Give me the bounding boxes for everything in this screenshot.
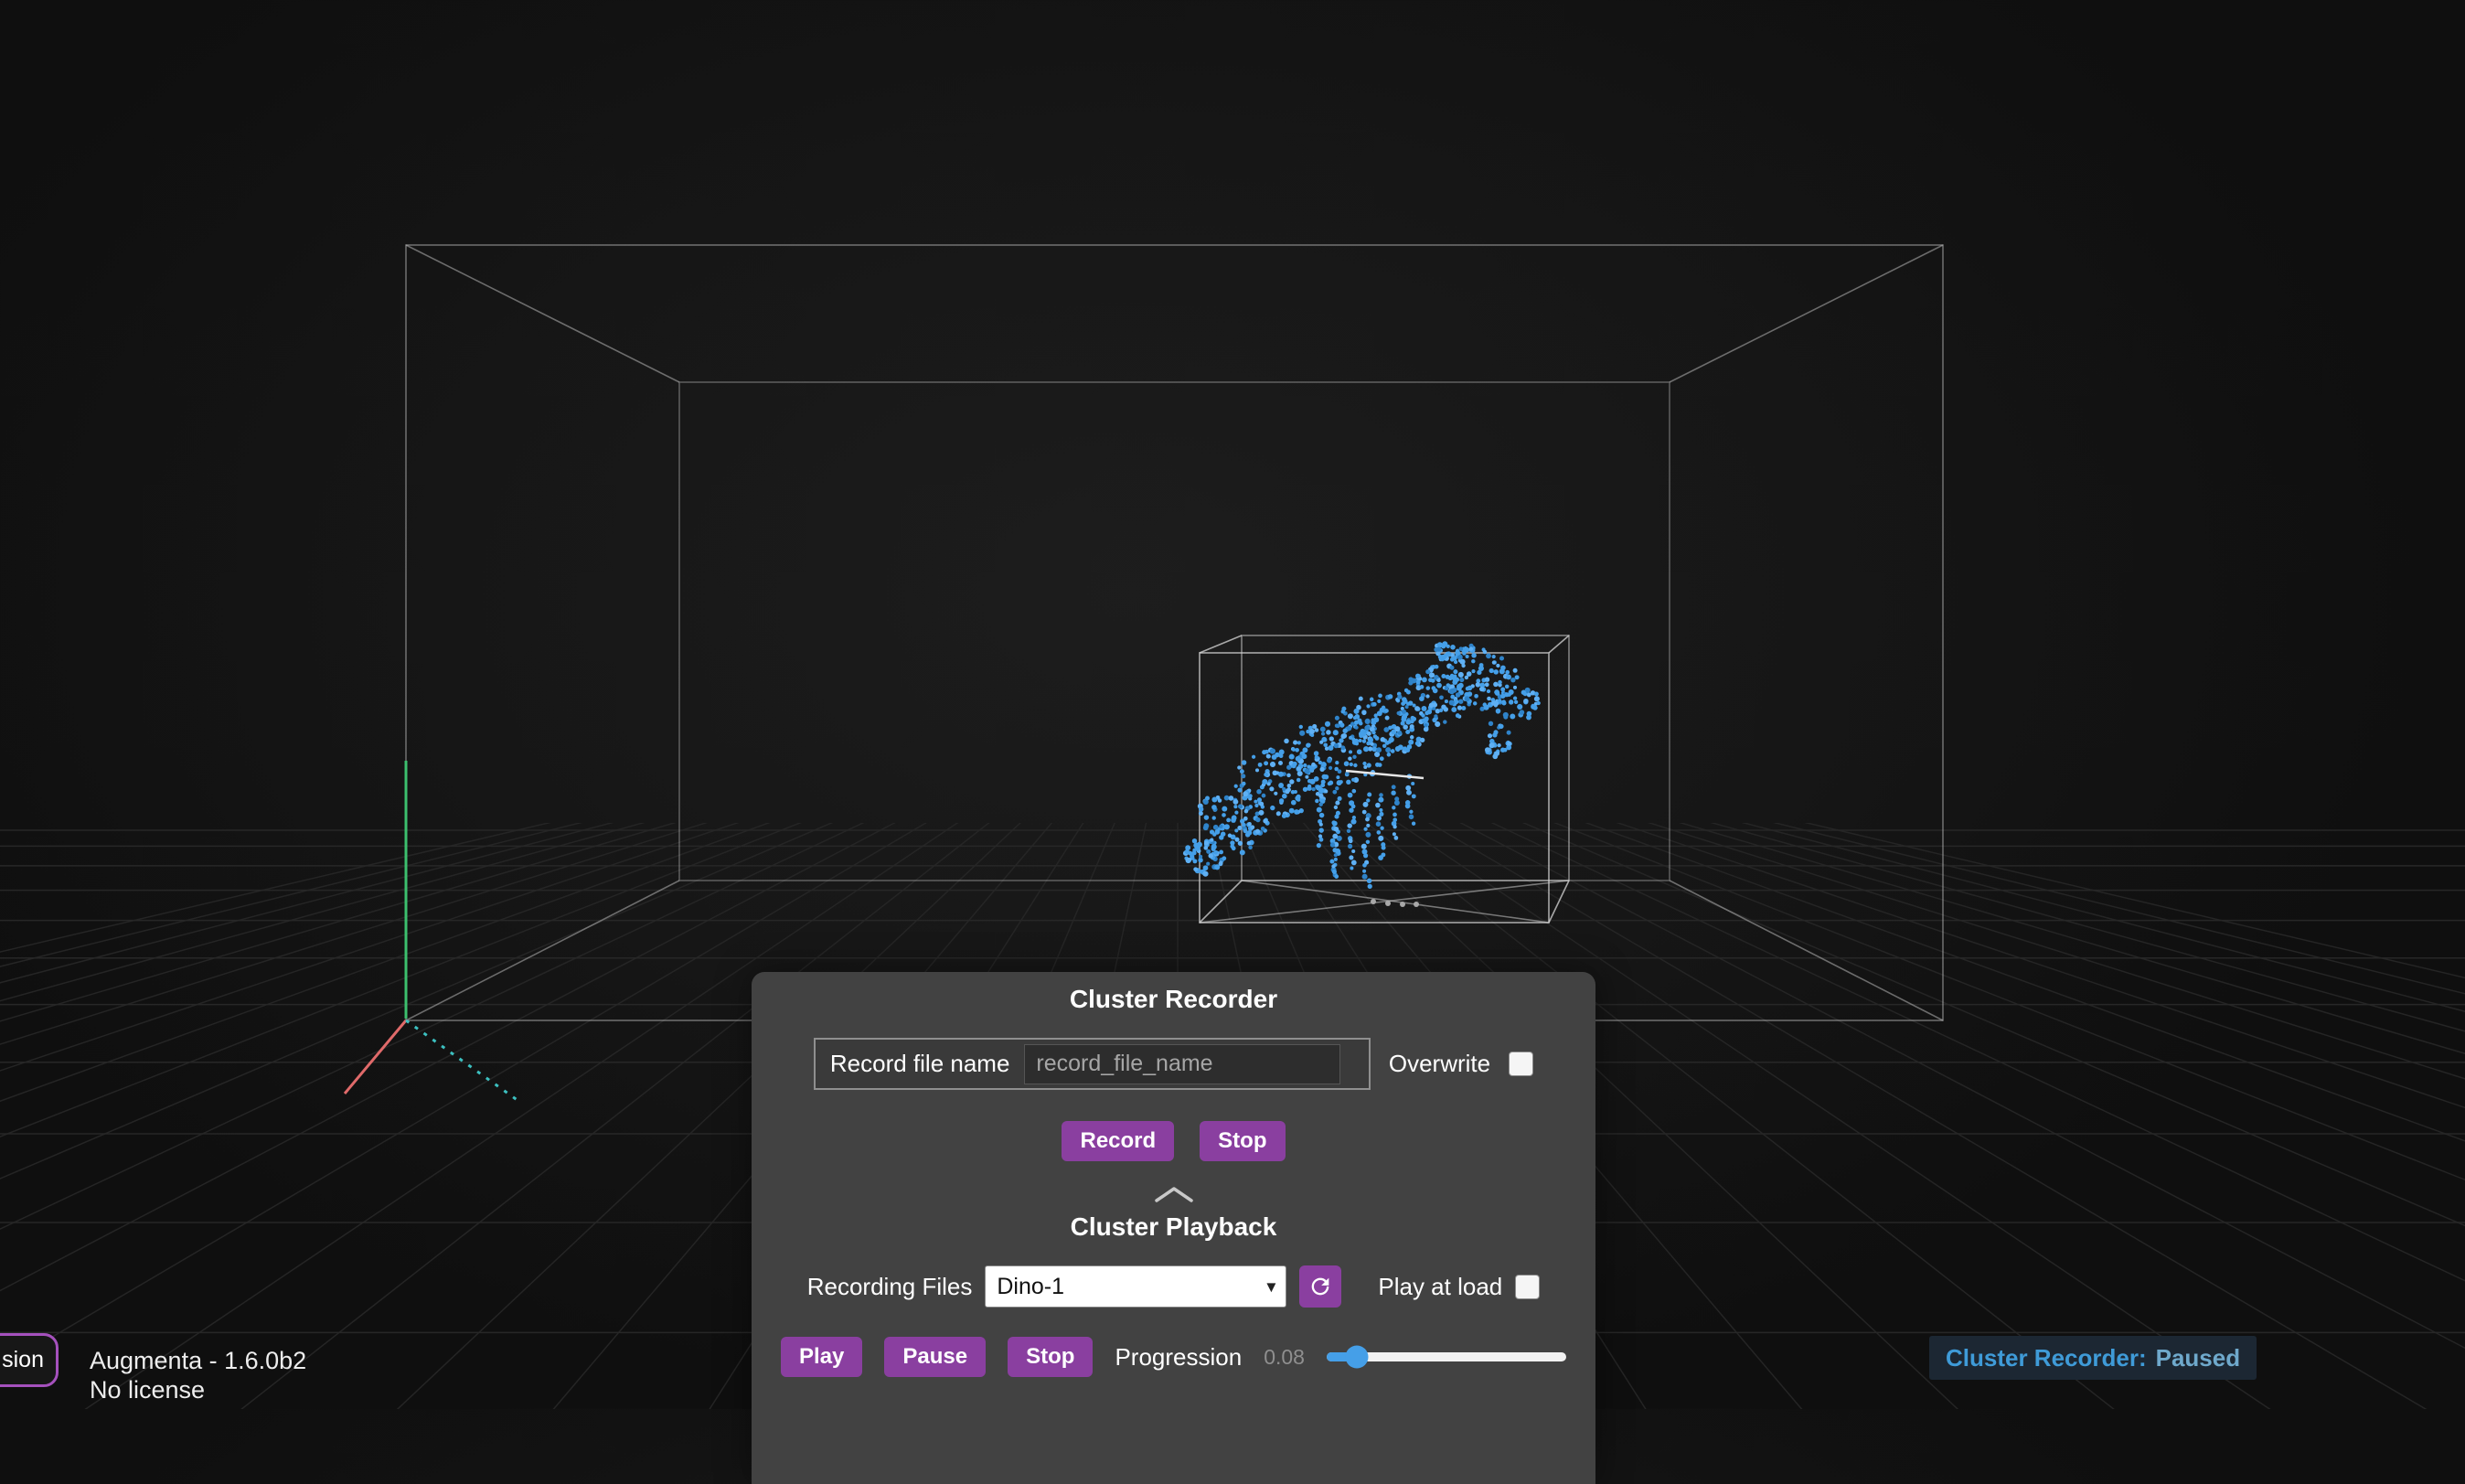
recorder-status-value: Paused bbox=[2156, 1344, 2241, 1372]
overwrite-checkbox[interactable] bbox=[1509, 1052, 1533, 1076]
collapse-toggle[interactable] bbox=[1154, 1185, 1194, 1203]
axis-z-cyan bbox=[406, 1020, 518, 1101]
progression-label: Progression bbox=[1115, 1343, 1242, 1372]
recording-files-select-wrap: Dino-1 ▾ bbox=[985, 1265, 1286, 1308]
record-buttons-row: Record Stop bbox=[1062, 1121, 1285, 1161]
recorder-status-label: Cluster Recorder: bbox=[1946, 1344, 2147, 1372]
playback-title: Cluster Playback bbox=[1071, 1212, 1277, 1242]
recorder-title: Cluster Recorder bbox=[1070, 985, 1277, 1014]
record-button[interactable]: Record bbox=[1062, 1121, 1174, 1161]
recording-files-label: Recording Files bbox=[807, 1273, 973, 1301]
playback-stop-button[interactable]: Stop bbox=[1008, 1337, 1093, 1377]
play-at-load-checkbox[interactable] bbox=[1515, 1275, 1540, 1299]
recording-files-select[interactable]: Dino-1 bbox=[985, 1265, 1286, 1308]
app-license-text: No license bbox=[90, 1375, 306, 1404]
playback-transport-row: Play Pause Stop Progression 0.08 bbox=[781, 1337, 1566, 1377]
record-file-row: Record file name Overwrite bbox=[814, 1038, 1533, 1090]
play-button[interactable]: Play bbox=[781, 1337, 862, 1377]
record-file-input[interactable] bbox=[1024, 1044, 1340, 1084]
app-version-block: Augmenta - 1.6.0b2 No license bbox=[90, 1346, 306, 1404]
recorder-status-badge: Cluster Recorder: Paused bbox=[1929, 1336, 2257, 1380]
origin-axes bbox=[345, 761, 518, 1101]
cluster-orientation-line bbox=[1346, 771, 1424, 778]
refresh-files-button[interactable] bbox=[1299, 1265, 1341, 1308]
progression-slider[interactable] bbox=[1327, 1352, 1566, 1361]
corner-button-label: sion bbox=[2, 1347, 44, 1373]
play-at-load-label: Play at load bbox=[1378, 1273, 1502, 1301]
record-file-box: Record file name bbox=[814, 1038, 1371, 1090]
app-version-text: Augmenta - 1.6.0b2 bbox=[90, 1346, 306, 1375]
recording-files-row: Recording Files Dino-1 ▾ Play at load bbox=[807, 1265, 1541, 1308]
refresh-icon bbox=[1307, 1274, 1333, 1299]
point-cloud bbox=[1183, 641, 1541, 889]
overwrite-label: Overwrite bbox=[1389, 1050, 1490, 1078]
record-file-label: Record file name bbox=[830, 1050, 1010, 1078]
version-corner-button[interactable]: sion bbox=[0, 1333, 59, 1387]
chevron-up-icon bbox=[1154, 1185, 1194, 1203]
cluster-recorder-panel: Cluster Recorder Record file name Overwr… bbox=[752, 972, 1595, 1484]
pause-button[interactable]: Pause bbox=[884, 1337, 986, 1377]
record-stop-button[interactable]: Stop bbox=[1200, 1121, 1285, 1161]
progression-value: 0.08 bbox=[1264, 1345, 1305, 1370]
progression-thumb[interactable] bbox=[1345, 1346, 1368, 1369]
